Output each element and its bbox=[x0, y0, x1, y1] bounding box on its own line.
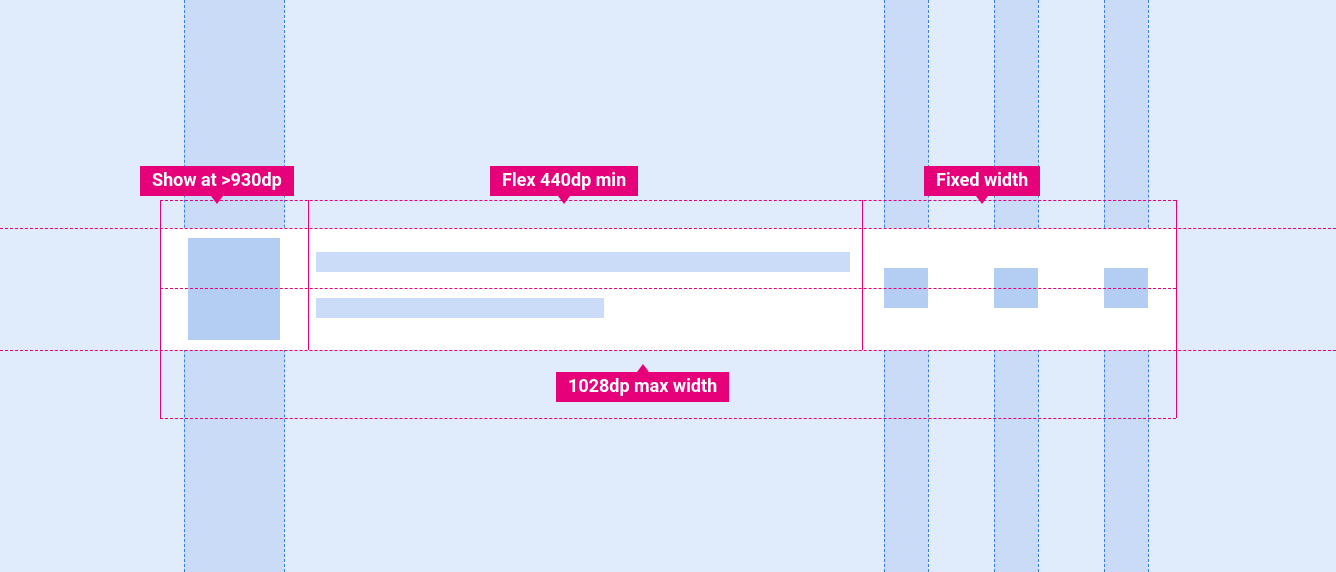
pane-divider bbox=[308, 200, 309, 350]
outer-frame-bottom bbox=[160, 418, 1176, 419]
outer-frame-top bbox=[160, 200, 1176, 201]
thumbnail-placeholder bbox=[188, 238, 280, 340]
annotation-flex-min: Flex 440dp min bbox=[490, 166, 638, 196]
annotation-fixed-width: Fixed width bbox=[924, 166, 1040, 196]
annotation-max-width: 1028dp max width bbox=[556, 372, 729, 402]
hguide-card-mid bbox=[160, 288, 1176, 289]
outer-frame-left bbox=[160, 200, 161, 418]
outer-frame-right bbox=[1176, 200, 1177, 418]
hguide-card-top bbox=[0, 228, 1336, 229]
pane-divider bbox=[862, 200, 863, 350]
layout-spec-diagram: Show at >930dp Flex 440dp min Fixed widt… bbox=[0, 0, 1336, 572]
annotation-show-at: Show at >930dp bbox=[140, 166, 294, 196]
text-line-placeholder bbox=[316, 298, 604, 318]
hguide-card-bottom bbox=[0, 350, 1336, 351]
text-line-placeholder bbox=[316, 252, 850, 272]
